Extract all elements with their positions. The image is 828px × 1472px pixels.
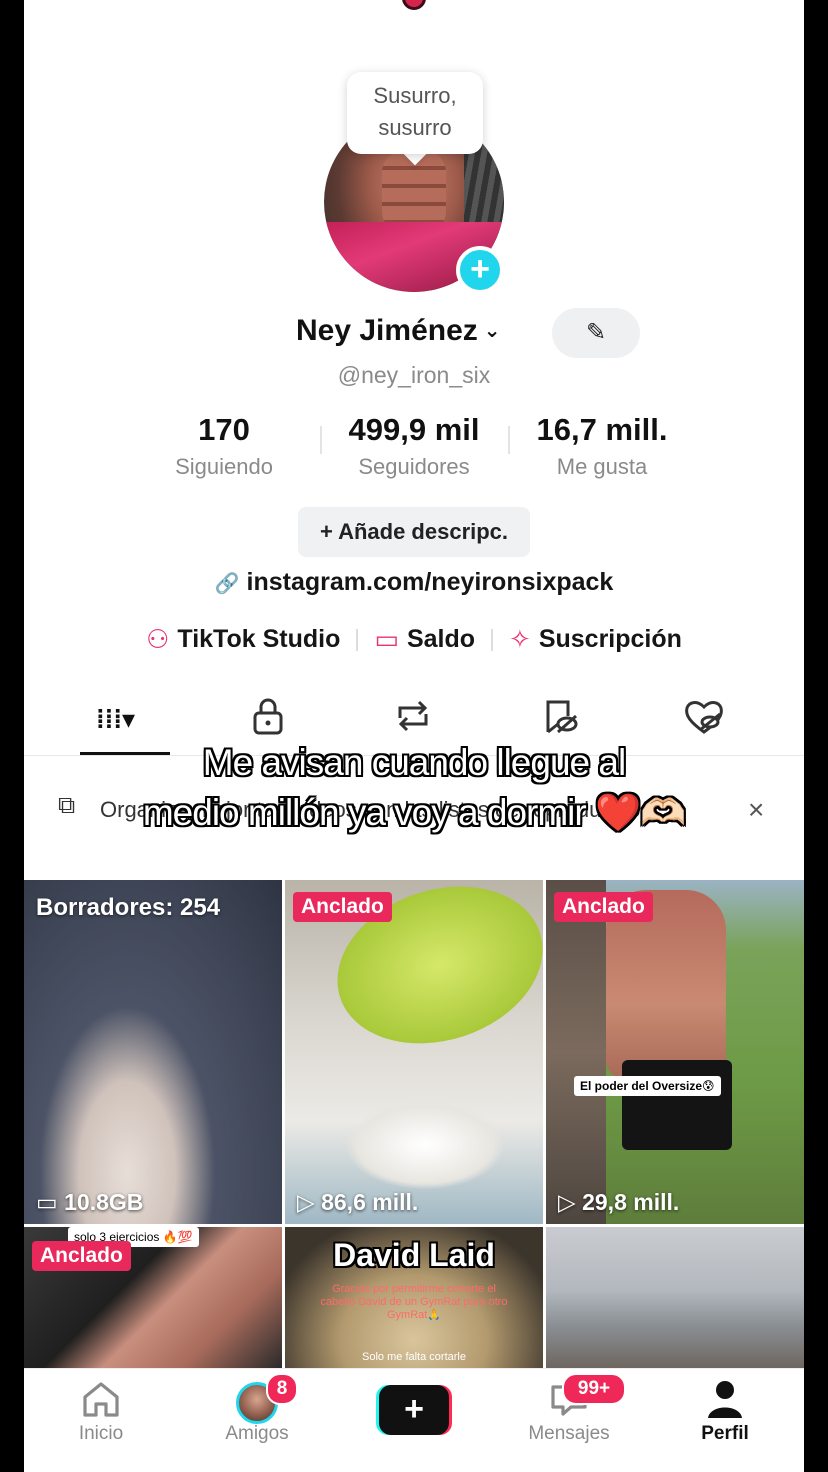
person-star-icon: ⚇	[146, 624, 170, 654]
tile-salt	[345, 1100, 505, 1190]
stat-value: 16,7 mill.	[536, 412, 668, 447]
pinned-badge: Anclado	[554, 892, 653, 922]
liked-icon-svg	[685, 701, 723, 734]
home-icon-svg	[83, 1382, 119, 1417]
profile-name: Ney Jiménez	[296, 314, 478, 347]
tile-stat-value: 10.8GB	[64, 1189, 144, 1215]
caption-line-2: medio millón ya voy a dormir ❤️🫶🏻	[142, 792, 686, 833]
tiktok-studio-button[interactable]: ⚇ TikTok Studio	[146, 624, 340, 655]
tile-stat-value: 29,8 mill.	[582, 1189, 680, 1215]
friends-badge: 8	[266, 1373, 298, 1405]
stat-value: 170	[198, 412, 250, 447]
nav-profile[interactable]: Perfil	[670, 1379, 780, 1445]
nav-label: Mensajes	[528, 1423, 610, 1444]
nav-label: Perfil	[701, 1423, 749, 1444]
profile-screen: Susurro, susurro + Ney Jiménez ⌄ ✎ @ney_i…	[24, 0, 804, 1472]
lock-icon[interactable]	[250, 696, 286, 745]
favorites-icon-svg	[546, 700, 578, 734]
bio-link-text: instagram.com/neyironsixpack	[246, 568, 614, 596]
note-line-1: Susurro,	[373, 83, 457, 108]
stat-label: Seguidores	[358, 454, 470, 479]
favorites-hidden-icon[interactable]	[540, 696, 580, 745]
nav-label: Amigos	[225, 1423, 289, 1444]
bio-link[interactable]: 🔗 instagram.com/neyironsixpack	[24, 568, 804, 597]
video-tile[interactable]: David Laid Gracias por permitirme cortar…	[285, 1227, 543, 1368]
create-button[interactable]: +	[376, 1385, 452, 1435]
top-indicator	[402, 0, 426, 10]
stat-divider	[320, 426, 322, 454]
tile-stat-value: 86,6 mill.	[321, 1189, 419, 1215]
play-icon: ▷	[297, 1189, 315, 1215]
liked-hidden-icon[interactable]	[682, 696, 726, 745]
tools-divider	[491, 628, 494, 651]
tile-overlay-text-2: Solo me falta cortarle	[362, 1351, 466, 1363]
inbox-badge: 99+	[562, 1373, 626, 1405]
add-story-plus-icon[interactable]: +	[456, 246, 504, 294]
stat-followers[interactable]: 499,9 mil Seguidores	[334, 412, 494, 480]
chevron-down-icon: ⌄	[483, 320, 501, 342]
subscription-icon: ✧	[509, 624, 531, 654]
tool-label: Suscripción	[538, 625, 682, 653]
nav-friends[interactable]: Amigos 8	[202, 1373, 312, 1445]
video-tile[interactable]: El poder del Oversize😰 Anclado ▷ 29,8 mi…	[546, 880, 804, 1224]
stat-label: Me gusta	[556, 454, 648, 479]
stat-value: 499,9 mil	[348, 412, 480, 447]
profile-handle: @ney_iron_six	[337, 362, 491, 388]
storage-icon: ▭	[36, 1189, 58, 1215]
create-plus-icon: +	[379, 1385, 449, 1435]
video-tile[interactable]	[546, 1227, 804, 1368]
stat-divider	[508, 426, 510, 454]
tool-label: Saldo	[406, 625, 476, 653]
tool-label: TikTok Studio	[177, 625, 341, 653]
video-tile[interactable]: Anclado ▷ 86,6 mill.	[285, 880, 543, 1224]
note-bubble[interactable]: Susurro, susurro	[347, 72, 483, 154]
tile-overlay-text: El poder del Oversize😰	[574, 1076, 721, 1096]
tile-shed	[546, 880, 606, 1224]
tile-stat: ▷ 86,6 mill.	[297, 1189, 418, 1216]
tile-shorts	[622, 1060, 732, 1150]
link-icon: 🔗	[214, 573, 240, 595]
stat-label: Siguiendo	[175, 454, 273, 479]
creator-tools-row: ⚇ TikTok Studio ▭ Saldo ✧ Suscripción	[24, 624, 804, 655]
video-grid: Borradores: 254 ▭ 10.8GB Anclado ▷ 86,6 …	[24, 880, 804, 1368]
note-line-2: susurro	[378, 115, 452, 140]
home-icon	[46, 1379, 156, 1423]
repost-icon[interactable]	[392, 696, 434, 745]
bottom-nav: Inicio Amigos 8 + Mensajes 99+ Perfil	[24, 1368, 804, 1472]
tile-title: David Laid	[333, 1237, 495, 1273]
drafts-count: Borradores: 254	[36, 894, 221, 921]
video-tile[interactable]: solo 3 ejercicios 🔥💯 Anclado	[24, 1227, 282, 1368]
profile-icon-svg	[708, 1381, 742, 1418]
add-description-button[interactable]: + Añade descripc.	[298, 507, 530, 557]
videos-grid-icon[interactable]: ⁞⁞⁞▾	[96, 704, 135, 735]
tile-stat: ▷ 29,8 mill.	[558, 1189, 679, 1216]
video-tile-drafts[interactable]: Borradores: 254 ▭ 10.8GB	[24, 880, 282, 1224]
stat-likes[interactable]: 16,7 mill. Me gusta	[522, 412, 682, 480]
play-icon: ▷	[558, 1189, 576, 1215]
balance-button[interactable]: ▭ Saldo	[374, 624, 475, 655]
repost-icon-svg	[398, 700, 428, 732]
wallet-icon: ▭	[374, 624, 399, 654]
lock-icon-svg	[253, 698, 283, 735]
tools-divider	[356, 628, 359, 651]
nav-label: Inicio	[78, 1423, 124, 1444]
pinned-badge: Anclado	[32, 1241, 131, 1271]
nav-home[interactable]: Inicio	[46, 1379, 156, 1445]
nav-inbox[interactable]: Mensajes 99+	[514, 1373, 626, 1445]
caption-line-1: Me avisan cuando llegue al	[202, 742, 626, 783]
profile-icon	[670, 1379, 780, 1423]
stat-following[interactable]: 170 Siguiendo	[144, 412, 304, 480]
edit-profile-button[interactable]: ✎	[552, 308, 640, 358]
tile-stat: ▭ 10.8GB	[36, 1189, 143, 1216]
pinned-badge: Anclado	[293, 892, 392, 922]
profile-name-row[interactable]: Ney Jiménez ⌄	[296, 314, 501, 348]
pencil-icon: ✎	[585, 319, 607, 346]
subscription-button[interactable]: ✧ Suscripción	[509, 624, 682, 655]
tile-overlay-text: Gracias por permitirme cortarte el cabel…	[320, 1283, 508, 1321]
